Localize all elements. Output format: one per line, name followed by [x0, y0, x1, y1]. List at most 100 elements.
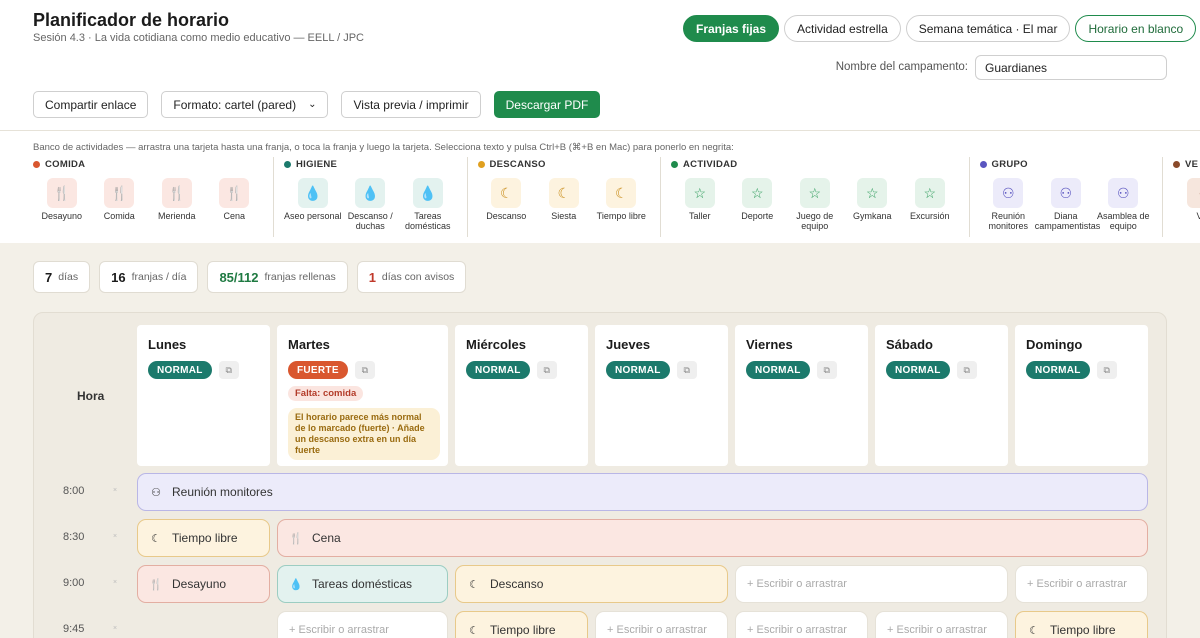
activity-card-label: Aseo personal [283, 211, 342, 221]
schedule-slot[interactable]: ☾ Tiempo libre [1015, 611, 1148, 638]
activity-card[interactable]: ☆ Juego de equipo [786, 178, 844, 231]
bank-category-title: COMIDA [33, 157, 263, 171]
empty-slot[interactable]: + Escribir o arrastrar [277, 611, 448, 638]
tab-actividad-estrella[interactable]: Actividad estrella [784, 15, 901, 42]
intensity-badge[interactable]: NORMAL [886, 361, 950, 379]
camp-name-label: Nombre del campamento: [835, 61, 968, 73]
time-drag-handle[interactable]: × [113, 579, 117, 586]
time-label: 9:45 [63, 623, 85, 635]
share-link-button[interactable]: Compartir enlace [33, 91, 149, 118]
activity-card-label: Taller [688, 211, 711, 221]
stat-days-value: 7 [45, 269, 53, 285]
tab-semana-tematica[interactable]: Semana temática · El mar [905, 15, 1071, 42]
bank-category-title: HIGIENE [284, 157, 457, 171]
slot-label: Tiempo libre [172, 531, 238, 545]
activity-card[interactable]: ☆ Taller [671, 178, 729, 231]
intensity-badge[interactable]: FUERTE [288, 361, 348, 379]
slot-label: Tiempo libre [1050, 623, 1116, 637]
activity-card[interactable]: 💧 Tareas domésticas [399, 178, 457, 231]
activity-card[interactable]: 💧 Descanso / duchas [342, 178, 400, 231]
copy-icon[interactable]: ⧉ [956, 361, 977, 379]
utensils-icon: 🍴 [161, 178, 192, 208]
activity-card[interactable]: ⚇ Asamblea de equipo [1095, 178, 1153, 231]
activity-card[interactable]: ⚇ Reunión monitores [980, 178, 1038, 231]
intensity-badge[interactable]: NORMAL [746, 361, 810, 379]
preview-print-button[interactable]: Vista previa / imprimir [341, 91, 481, 118]
activity-card-label: Tiempo libre [596, 211, 646, 221]
activity-card[interactable]: ☆ Deporte [729, 178, 787, 231]
empty-slot[interactable]: + Escribir o arrastrar [595, 611, 728, 638]
stat-filled-label: franjas rellenas [264, 271, 336, 283]
stat-warnings-value: 1 [368, 269, 376, 285]
time-label: 9:00 [63, 577, 85, 589]
intensity-badge[interactable]: NORMAL [148, 361, 212, 379]
moon-icon: ☾ [469, 578, 479, 591]
camp-name-input[interactable] [975, 55, 1167, 80]
activity-card[interactable]: 🍴 Merienda [148, 178, 206, 221]
activity-card[interactable]: 🍴 Desayuno [33, 178, 91, 221]
copy-icon[interactable]: ⧉ [816, 361, 837, 379]
day-name: Jueves [606, 337, 651, 352]
activity-card[interactable]: ☆ Excursión [901, 178, 959, 231]
day-name: Sábado [886, 337, 933, 352]
empty-slot[interactable]: + Escribir o arrastrar [875, 611, 1008, 638]
activity-card[interactable]: ☾ Descanso [478, 178, 536, 221]
moon-icon: ☾ [548, 178, 579, 208]
bank-category-grupo: GRUPO ⚇ Reunión monitores ⚇ Diana campamenti… [979, 157, 1163, 237]
schedule-slot[interactable]: 🍴 Desayuno [137, 565, 270, 603]
intensity-badge[interactable]: NORMAL [1026, 361, 1090, 379]
copy-icon[interactable]: ⧉ [354, 361, 375, 379]
bank-category-items: 💧 Aseo personal 💧 Descanso / duchas 💧 Tareas … [284, 178, 457, 231]
time-drag-handle[interactable]: × [113, 487, 117, 494]
moon-icon: ☾ [1029, 624, 1039, 637]
tab-horario-en-blanco[interactable]: Horario en blanco [1075, 15, 1197, 42]
schedule-slot[interactable]: 🍴 Cena [277, 519, 1148, 557]
empty-slot[interactable]: + Escribir o arrastrar [735, 611, 868, 638]
activity-card-label: Cena [223, 211, 245, 221]
copy-icon[interactable]: ⧉ [218, 361, 239, 379]
empty-slot[interactable]: + Escribir o arrastrar [1015, 565, 1148, 603]
copy-icon[interactable]: ⧉ [1096, 361, 1117, 379]
bank-category-name: ACTIVIDAD [683, 158, 738, 170]
day-intensity-row: NORMAL ⧉ [606, 361, 717, 379]
copy-icon[interactable]: ⧉ [676, 361, 697, 379]
bank-category-name: DESCANSO [489, 158, 546, 170]
intensity-badge[interactable]: NORMAL [606, 361, 670, 379]
star-icon: ☆ [742, 178, 773, 208]
download-pdf-button[interactable]: Descargar PDF [493, 91, 601, 118]
intensity-badge[interactable]: NORMAL [466, 361, 530, 379]
stat-filled-value: 85/112 [219, 269, 259, 285]
utensils-icon: 🍴 [46, 178, 77, 208]
empty-slot[interactable]: + Escribir o arrastrar [735, 565, 1008, 603]
format-select[interactable]: Formato: cartel (pared) ⌄ [161, 91, 329, 118]
hour-column-header: Hora [77, 389, 105, 403]
activity-card[interactable]: ☾ Tiempo libre [593, 178, 651, 221]
slot-label: Reunión monitores [172, 485, 273, 499]
activity-card-label: Desayuno [41, 211, 83, 221]
time-drag-handle[interactable]: × [113, 533, 117, 540]
tab-franjas-fijas[interactable]: Franjas fijas [683, 15, 780, 42]
schedule-slot[interactable]: ☾ Tiempo libre [455, 611, 588, 638]
activity-card[interactable]: ☾ Siesta [535, 178, 593, 221]
activity-card[interactable]: 💧 Aseo personal [284, 178, 342, 231]
day-intensity-row: NORMAL ⧉ [886, 361, 997, 379]
stat-slots-per-day: 16 franjas / día [99, 261, 199, 293]
activity-card[interactable]: 🍴 Cena [206, 178, 264, 221]
time-drag-handle[interactable]: × [113, 625, 117, 632]
schedule-slot[interactable]: ☾ Descanso [455, 565, 728, 603]
activity-card[interactable]: ☆ Gymkana [844, 178, 902, 231]
activity-card-label: Diana campamentistas [1034, 211, 1101, 231]
utensils-icon: 🍴 [219, 178, 250, 208]
day-warning: El horario parece más normal de lo marca… [288, 408, 440, 460]
partial-icon: • [1186, 178, 1200, 208]
activity-card[interactable]: ⚇ Diana campamentistas [1034, 178, 1101, 231]
copy-icon[interactable]: ⧉ [536, 361, 557, 379]
schedule-slot[interactable]: ☾ Tiempo libre [137, 519, 270, 557]
activity-card[interactable]: • Ve [1173, 178, 1200, 221]
schedule-slot[interactable]: ⚇ Reunión monitores [137, 473, 1148, 511]
activity-card-label: Descanso / duchas [347, 211, 393, 231]
page-subtitle: Sesión 4.3 · La vida cotidiana como medi… [33, 32, 364, 44]
activity-card[interactable]: 🍴 Comida [91, 178, 149, 221]
schedule-slot[interactable]: 💧 Tareas domésticas [277, 565, 448, 603]
activity-card-label: Gymkana [852, 211, 892, 221]
